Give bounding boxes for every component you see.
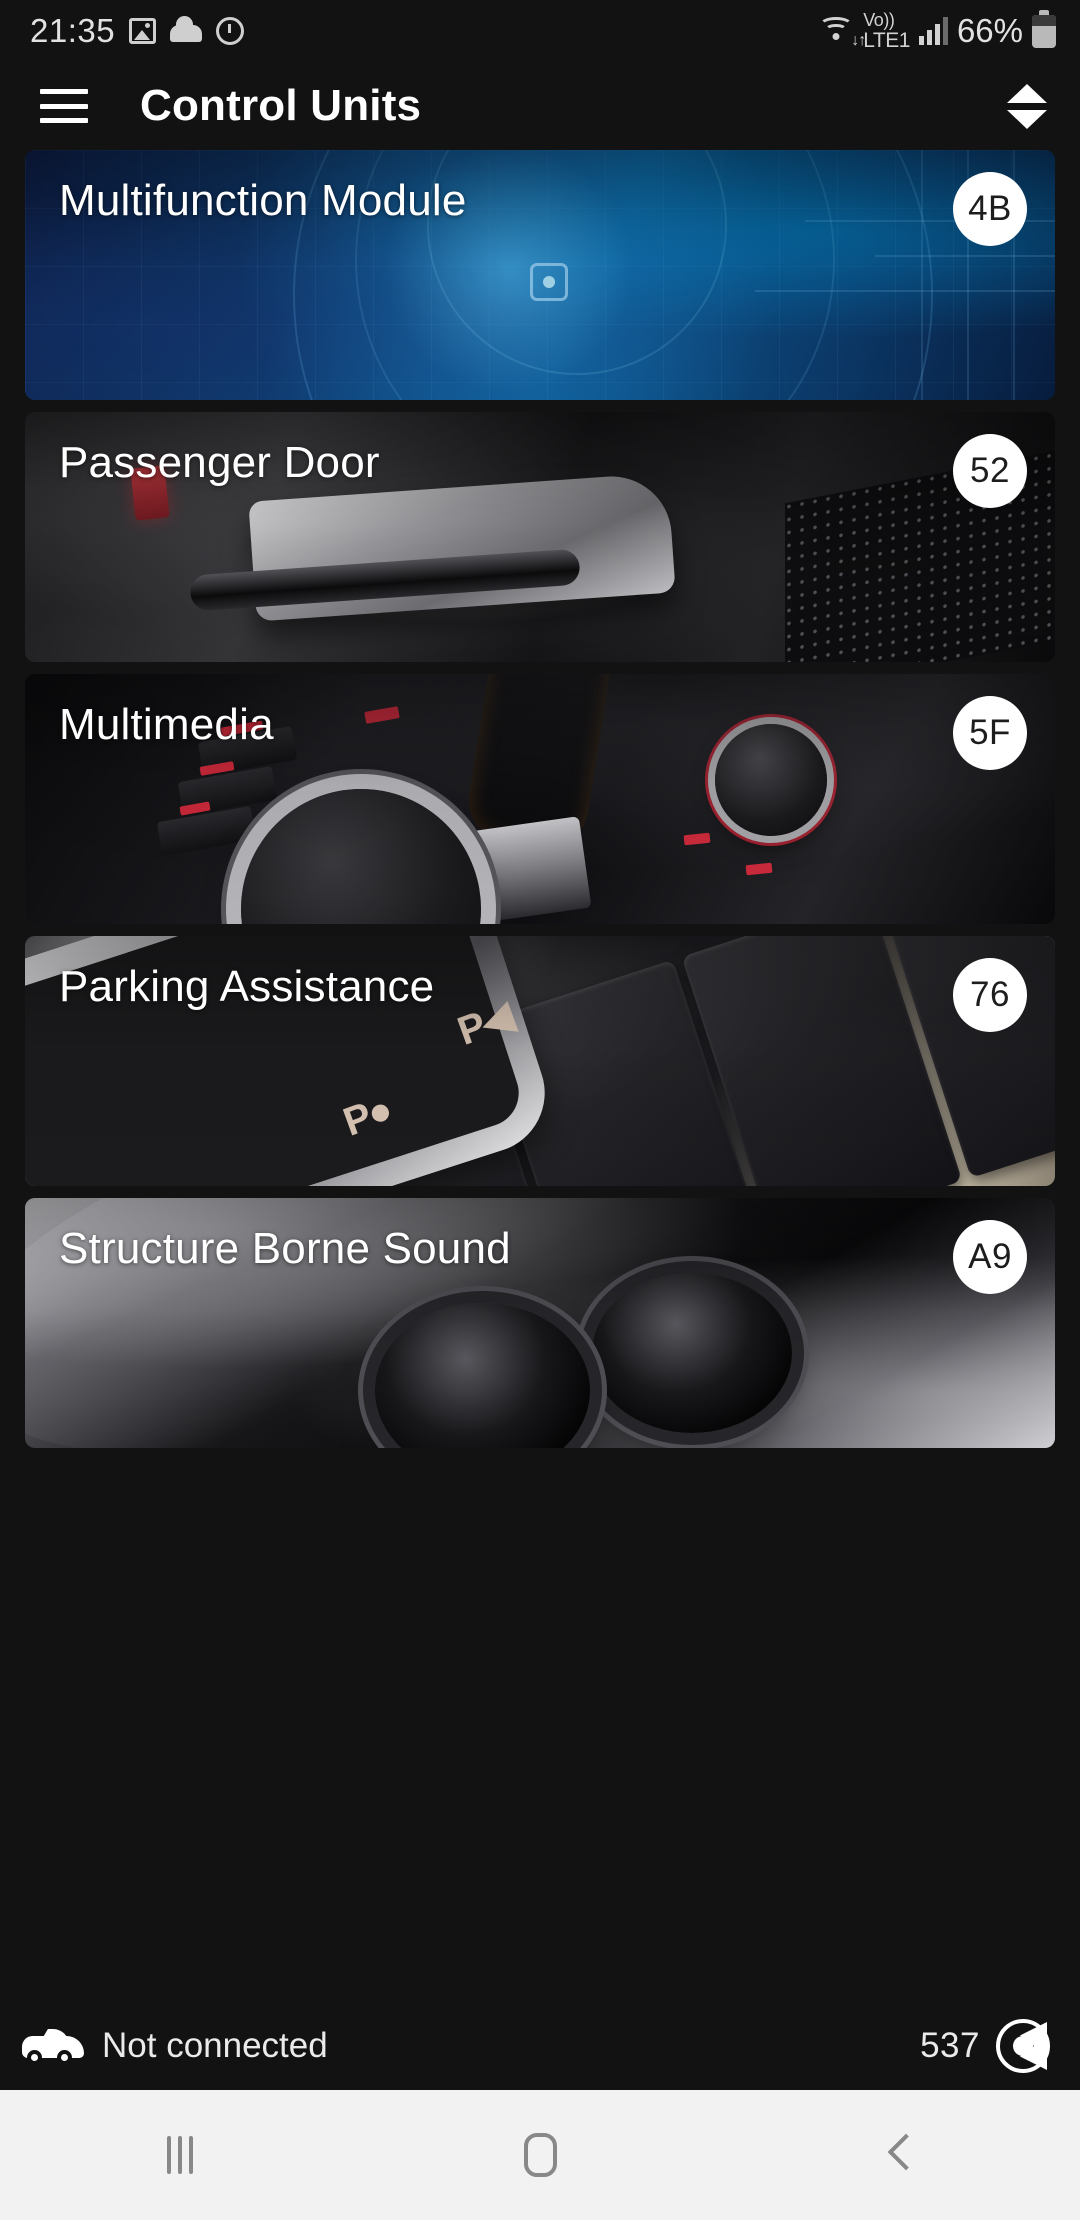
status-badge: 5F	[953, 696, 1027, 770]
card-title: Parking Assistance	[59, 962, 435, 1011]
wifi-icon: ↓↑	[818, 16, 866, 49]
control-unit-card[interactable]: P● P◀ Parking Assistance 76	[25, 936, 1055, 1186]
status-bar-clock: 21:35	[30, 12, 116, 49]
control-unit-list[interactable]: Multifunction Module 4B Passenger Door 5…	[0, 150, 1080, 2002]
bottom-bar-right: 537	[920, 2019, 1050, 2073]
status-badge: A9	[953, 1220, 1027, 1294]
back-button[interactable]	[830, 2090, 970, 2220]
phone-screen: 21:35 ↓↑ Vo)) LTE1 66% Control Units Mul…	[0, 0, 1080, 2220]
card-title: Structure Borne Sound	[59, 1224, 511, 1273]
battery-percent-label: 66%	[956, 12, 1023, 49]
card-title: Multimedia	[59, 700, 274, 749]
recents-icon	[167, 2136, 193, 2174]
alarm-icon	[216, 17, 245, 45]
battery-icon	[1032, 9, 1056, 48]
status-badge: 52	[953, 434, 1027, 508]
cloud-icon	[170, 15, 203, 42]
status-bar-right: ↓↑ Vo)) LTE1 66%	[818, 9, 1056, 52]
control-unit-card[interactable]: Passenger Door 52	[25, 412, 1055, 662]
connection-status-label: Not connected	[102, 2026, 328, 2065]
status-bar-left: 21:35	[30, 12, 245, 50]
control-unit-card[interactable]: Structure Borne Sound A9	[25, 1198, 1055, 1448]
wifi-transfer-arrows-icon: ↓↑	[851, 32, 866, 49]
card-title: Passenger Door	[59, 438, 380, 487]
home-button[interactable]	[470, 2090, 610, 2220]
back-icon	[887, 2133, 913, 2177]
status-badge: 4B	[953, 172, 1027, 246]
status-badge: 76	[953, 958, 1027, 1032]
park-distance-glyph-icon: P●	[338, 1086, 398, 1145]
page-title: Control Units	[140, 81, 422, 130]
card-title: Multifunction Module	[59, 176, 467, 225]
sort-updown-icon[interactable]	[1004, 79, 1050, 133]
car-icon	[22, 2027, 84, 2065]
recents-button[interactable]	[110, 2090, 250, 2220]
park-assist-glyph-icon: P◀	[451, 994, 517, 1054]
gallery-icon	[129, 18, 157, 44]
system-status-bar: 21:35 ↓↑ Vo)) LTE1 66%	[0, 0, 1080, 62]
chip-glyph-icon	[529, 262, 568, 301]
sort-down-arrow-icon	[1007, 109, 1047, 129]
carly-logo-icon[interactable]	[996, 2019, 1050, 2073]
hamburger-menu-icon[interactable]	[40, 89, 88, 123]
control-unit-card[interactable]: Multimedia 5F	[25, 674, 1055, 924]
volte-indicator: Vo)) LTE1	[863, 10, 910, 52]
control-unit-card[interactable]: Multifunction Module 4B	[25, 150, 1055, 400]
app-bar: Control Units	[0, 62, 1080, 150]
android-navigation-bar	[0, 2090, 1080, 2220]
bottom-status-bar: Not connected 537	[0, 2002, 1080, 2090]
home-icon	[523, 2133, 557, 2177]
signal-bars-icon	[918, 17, 948, 45]
sort-up-arrow-icon	[1007, 83, 1047, 103]
unit-count-label: 537	[920, 2026, 980, 2065]
